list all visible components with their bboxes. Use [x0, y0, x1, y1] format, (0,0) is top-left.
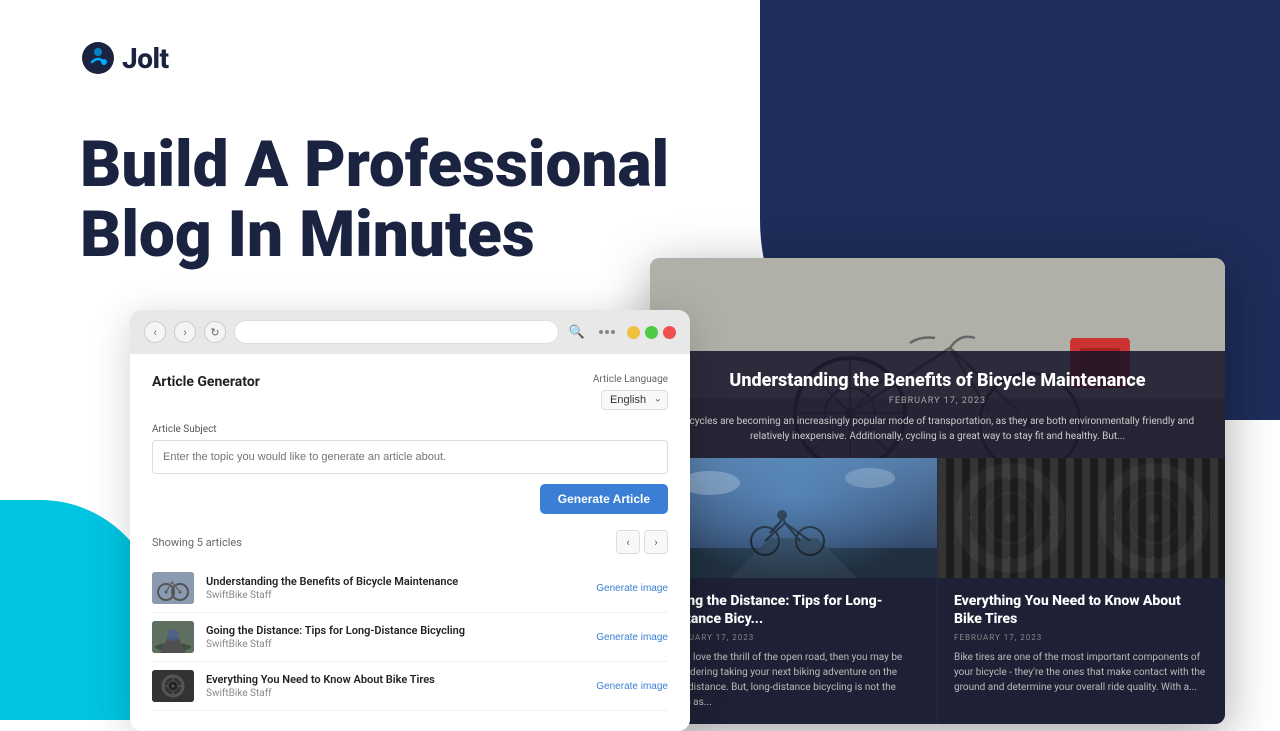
blog-card-image-2: [938, 458, 1225, 578]
generate-image-button-2[interactable]: Generate image: [596, 632, 668, 643]
language-dropdown[interactable]: English: [601, 390, 668, 410]
blog-card-1: Going the Distance: Tips for Long-Distan…: [650, 458, 937, 724]
headline-line1: Build A Professional: [80, 127, 669, 202]
article-row: Going the Distance: Tips for Long-Distan…: [152, 613, 668, 662]
prev-page-button[interactable]: ‹: [616, 530, 640, 554]
panel-title: Article Generator: [152, 374, 260, 390]
blog-card-image-1: [650, 458, 937, 578]
maximize-button[interactable]: [645, 326, 658, 339]
nav-reload-button[interactable]: ↻: [204, 321, 226, 343]
blog-card-title-1: Going the Distance: Tips for Long-Distan…: [666, 592, 921, 628]
language-selector[interactable]: English: [601, 388, 668, 410]
article-row: Understanding the Benefits of Bicycle Ma…: [152, 564, 668, 613]
article-title-1: Understanding the Benefits of Bicycle Ma…: [206, 575, 584, 589]
address-bar[interactable]: [234, 320, 559, 344]
brand-name: Jolt: [122, 42, 169, 75]
blog-card-2: Everything You Need to Know About Bike T…: [937, 458, 1225, 724]
close-button[interactable]: [663, 326, 676, 339]
article-author-2: SwiftBike Staff: [206, 639, 584, 650]
article-title-2: Going the Distance: Tips for Long-Distan…: [206, 624, 584, 638]
article-row: Everything You Need to Know About Bike T…: [152, 662, 668, 711]
blog-hero-excerpt: Bicycles are becoming an increasingly po…: [678, 414, 1197, 444]
subject-input[interactable]: [152, 440, 668, 474]
article-author-3: SwiftBike Staff: [206, 688, 584, 699]
blog-card-date-2: February 17, 2023: [954, 633, 1209, 642]
article-generator-panel: Article Generator Article Language Engli…: [130, 354, 690, 731]
article-generator-browser: ‹ › ↻ 🔍 Article Generator Article Langua…: [130, 310, 690, 731]
blog-preview-browser: Understanding the Benefits of Bicycle Ma…: [650, 258, 1225, 724]
menu-dot: [599, 330, 603, 334]
search-icon: 🔍: [567, 322, 587, 342]
blog-hero-date: February 17, 2023: [678, 396, 1197, 406]
nav-back-button[interactable]: ‹: [144, 321, 166, 343]
logo-icon: [80, 40, 116, 76]
article-title-3: Everything You Need to Know About Bike T…: [206, 673, 584, 687]
article-author-1: SwiftBike Staff: [206, 590, 584, 601]
blog-hero-image: Understanding the Benefits of Bicycle Ma…: [650, 258, 1225, 458]
browser-menu[interactable]: [599, 330, 615, 334]
next-page-button[interactable]: ›: [644, 530, 668, 554]
article-thumbnail-3: [152, 670, 194, 702]
article-info-1: Understanding the Benefits of Bicycle Ma…: [206, 575, 584, 600]
traffic-lights: [627, 326, 676, 339]
generate-image-button-3[interactable]: Generate image: [596, 681, 668, 692]
subject-label: Article Subject: [152, 424, 668, 435]
language-section: Article Language English: [593, 374, 668, 410]
hero-headline: Build A Professional Blog In Minutes: [80, 130, 669, 271]
article-info-3: Everything You Need to Know About Bike T…: [206, 673, 584, 698]
article-thumbnail-1: [152, 572, 194, 604]
panel-header: Article Generator Article Language Engli…: [152, 374, 668, 410]
menu-dot: [611, 330, 615, 334]
blog-card-date-1: February 17, 2023: [666, 633, 921, 642]
menu-dot: [605, 330, 609, 334]
logo: Jolt: [80, 40, 169, 76]
generate-image-button-1[interactable]: Generate image: [596, 583, 668, 594]
articles-count: Showing 5 articles: [152, 536, 242, 549]
nav-forward-button[interactable]: ›: [174, 321, 196, 343]
browser-toolbar-left: ‹ › ↻ 🔍: [130, 310, 690, 354]
article-thumbnail-2: [152, 621, 194, 653]
article-info-2: Going the Distance: Tips for Long-Distan…: [206, 624, 584, 649]
blog-card-body-2: Everything You Need to Know About Bike T…: [938, 578, 1225, 709]
blog-card-excerpt-1: If you love the thrill of the open road,…: [666, 650, 921, 710]
blog-card-body-1: Going the Distance: Tips for Long-Distan…: [650, 578, 937, 724]
articles-header: Showing 5 articles ‹ ›: [152, 530, 668, 554]
blog-hero-title: Understanding the Benefits of Bicycle Ma…: [678, 369, 1197, 392]
blog-card-excerpt-2: Bike tires are one of the most important…: [954, 650, 1209, 695]
language-label: Article Language: [593, 374, 668, 385]
pagination-controls: ‹ ›: [616, 530, 668, 554]
generate-article-button[interactable]: Generate Article: [540, 484, 668, 514]
minimize-button[interactable]: [627, 326, 640, 339]
blog-card-title-2: Everything You Need to Know About Bike T…: [954, 592, 1209, 628]
blog-hero-overlay: Understanding the Benefits of Bicycle Ma…: [650, 351, 1225, 458]
blog-cards-row: Going the Distance: Tips for Long-Distan…: [650, 458, 1225, 724]
headline-line2: Blog In Minutes: [80, 197, 535, 272]
